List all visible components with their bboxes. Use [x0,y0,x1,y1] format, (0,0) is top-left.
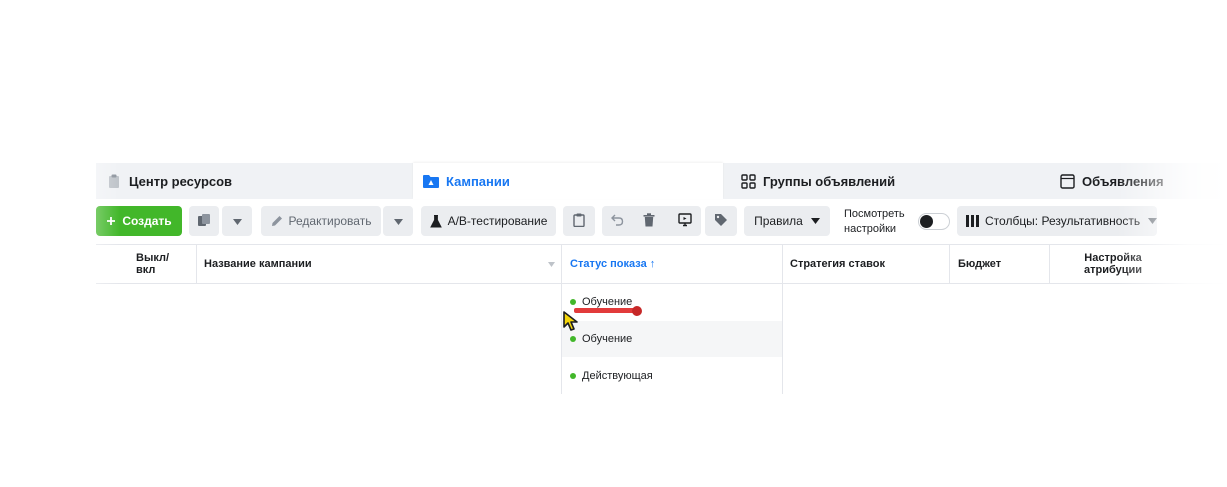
column-divider [949,244,950,284]
toolbar: Создать Редактировать A/B-тестирование П… [96,206,1227,238]
tab-ad-sets[interactable]: Группы объявлений [728,163,1042,199]
pencil-icon [271,215,283,227]
table-row[interactable]: Действующая [562,358,782,394]
columns-icon [966,215,979,227]
tab-resource-center[interactable]: Центр ресурсов [96,163,410,199]
edit-dropdown-button[interactable] [383,206,413,236]
tab-label: Объявления [1082,173,1164,189]
columns-button[interactable]: Столбцы: Результативность [957,206,1158,236]
folder-icon [423,173,439,189]
flask-icon [429,214,442,228]
ad-icon [1059,173,1075,189]
mouse-cursor-icon [562,310,584,337]
status-dot-icon [570,299,576,305]
view-settings-toggle[interactable] [918,213,950,230]
toggle-knob [920,215,933,228]
column-menu-icon[interactable] [548,262,555,267]
tab-campaigns[interactable]: Кампании [413,163,723,199]
ads-manager-screen: Центр ресурсов Кампании Группы объявлени… [0,0,1227,487]
campaigns-table: Выкл/ вкл Название кампании Статус показ… [96,244,1227,404]
header-toggle[interactable]: Выкл/ вкл [136,245,194,283]
status-dot-icon [570,373,576,379]
rules-button[interactable]: Правила [744,206,830,236]
clipboard-icon [573,213,585,230]
table-row[interactable]: Обучение [562,284,782,320]
tag-button[interactable] [705,206,737,236]
create-button[interactable]: Создать [96,206,182,236]
column-divider [782,244,783,394]
grid-icon [740,173,756,189]
table-row[interactable]: Обучение [562,321,782,357]
ab-test-button[interactable]: A/B-тестирование [421,206,556,236]
caret-down-icon [232,214,242,228]
header-budget[interactable]: Бюджет [958,245,1048,283]
undo-icon [610,213,624,229]
plus-icon [106,216,116,226]
header-delivery-status[interactable]: Статус показа ↑ [570,245,770,283]
caret-down-icon [1148,218,1158,224]
tab-bar: Центр ресурсов Кампании Группы объявлени… [96,163,1227,199]
trash-icon [643,212,655,230]
annotation-dot [632,306,642,316]
tab-label: Группы объявлений [763,173,896,189]
caret-down-icon [810,218,820,224]
preview-button[interactable] [669,206,701,236]
tag-icon [714,213,728,230]
column-divider [196,245,197,283]
undo-button[interactable] [602,206,632,236]
preview-icon [678,212,692,230]
header-campaign-name[interactable]: Название кампании [204,245,554,283]
duplicate-dropdown-button[interactable] [222,206,252,236]
table-header: Выкл/ вкл Название кампании Статус показ… [96,244,1227,284]
tab-label: Кампании [446,173,510,189]
clipboard-button[interactable] [563,206,595,236]
tab-label: Центр ресурсов [129,173,233,189]
tab-ads[interactable]: Объявления [1047,163,1227,199]
view-settings-label: Посмотреть настройки [844,208,905,235]
caret-down-icon [393,214,403,228]
duplicate-icon [197,213,211,230]
edit-button[interactable]: Редактировать [261,206,381,236]
clipboard-icon [106,173,122,189]
header-bid-strategy[interactable]: Стратегия ставок [790,245,940,283]
delete-button[interactable] [634,206,664,236]
duplicate-button[interactable] [189,206,219,236]
header-attribution[interactable]: Настройка атрибуции [1058,245,1168,283]
column-divider [1049,244,1050,284]
